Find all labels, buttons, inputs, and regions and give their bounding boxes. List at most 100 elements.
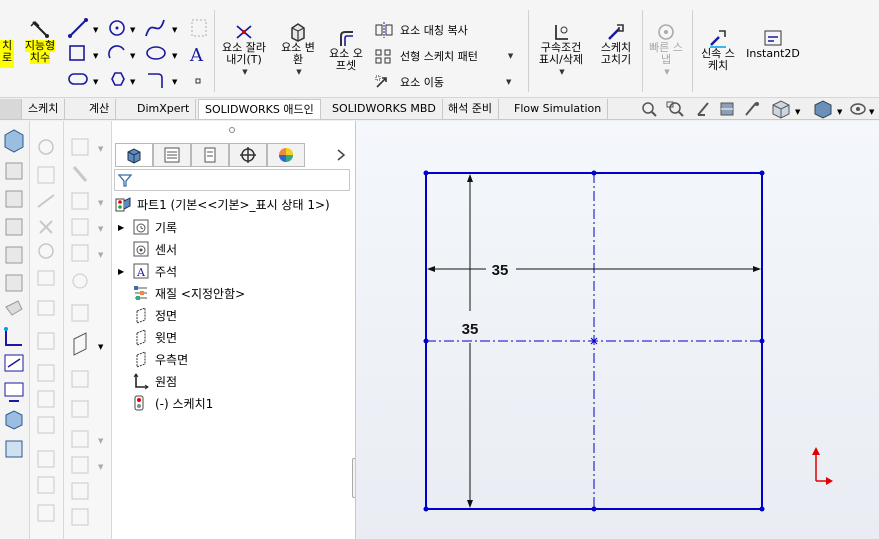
quick-snaps-button[interactable]: 빠른 스 냅 ▼ bbox=[644, 22, 688, 78]
disabled-tool-icon[interactable] bbox=[38, 243, 54, 259]
graphics-area[interactable]: 35 35 bbox=[355, 121, 879, 539]
feature-tree-filter[interactable] bbox=[114, 169, 350, 191]
tree-root-part[interactable]: 파트1 (기본<<기본>_표시 상태 1>) bbox=[114, 194, 330, 214]
tree-item-front-plane[interactable]: 정면 bbox=[132, 305, 177, 325]
spline-icon[interactable] bbox=[145, 19, 165, 37]
tab-evaluate[interactable]: 계산 bbox=[83, 99, 117, 119]
disabled-tool-icon[interactable] bbox=[72, 166, 88, 182]
trim-entities-button[interactable]: 요소 잘라 내기(T) ▼ bbox=[218, 22, 270, 78]
extrude-boss-icon[interactable] bbox=[4, 129, 24, 153]
grid-icon[interactable] bbox=[191, 19, 207, 37]
tree-item-origin[interactable]: 원점 bbox=[132, 371, 177, 391]
disabled-tool-icon[interactable] bbox=[37, 194, 55, 208]
disabled-tool-icon[interactable] bbox=[37, 476, 55, 494]
section-view-icon[interactable] bbox=[720, 102, 734, 116]
mirror-entities-button[interactable]: 요소 대칭 복사 bbox=[374, 22, 468, 38]
assembly-icon[interactable] bbox=[5, 440, 23, 458]
convert-entities-button[interactable]: 요소 변 환 ▼ bbox=[276, 22, 320, 78]
display-style-icon[interactable] bbox=[814, 100, 832, 119]
tree-item-top-plane[interactable]: 윗면 bbox=[132, 327, 177, 347]
previous-view-icon[interactable] bbox=[697, 102, 709, 116]
zoom-to-fit-icon[interactable] bbox=[642, 102, 657, 117]
display-style-dropdown-icon[interactable]: ▼ bbox=[837, 108, 843, 116]
arc-icon[interactable] bbox=[108, 45, 125, 59]
line-icon[interactable] bbox=[68, 18, 88, 38]
cut-icon[interactable] bbox=[5, 274, 23, 292]
tree-item-sketch1[interactable]: (-) 스케치1 bbox=[132, 393, 213, 413]
linear-pattern-button[interactable]: 선형 스케치 패턴 ▼ bbox=[374, 48, 513, 64]
disabled-tool-icon[interactable] bbox=[37, 166, 55, 184]
boundary-icon[interactable] bbox=[5, 246, 23, 264]
point-icon[interactable] bbox=[195, 78, 201, 84]
disabled-tool-icon[interactable] bbox=[37, 300, 55, 316]
hide-show-items-icon[interactable] bbox=[850, 103, 866, 115]
reference-plane-icon[interactable] bbox=[73, 332, 87, 356]
cut-off-button[interactable]: 치 로 bbox=[0, 40, 14, 68]
smart-dimension-button[interactable]: 지능형 치수 bbox=[18, 18, 62, 64]
smart-dim-small-icon[interactable] bbox=[4, 354, 24, 372]
tree-item-right-plane[interactable]: 우측면 bbox=[132, 349, 188, 369]
tab-dimxpert-manager[interactable] bbox=[229, 143, 267, 167]
tab-cutoff[interactable] bbox=[0, 99, 22, 119]
slot-icon[interactable] bbox=[68, 73, 88, 85]
disabled-tool-icon[interactable] bbox=[71, 138, 89, 156]
revolve-icon[interactable] bbox=[5, 162, 23, 180]
hide-show-dropdown-icon[interactable]: ▼ bbox=[869, 108, 875, 116]
repair-sketch-button[interactable]: 스케치 고치기 bbox=[594, 22, 638, 66]
disabled-tool-icon[interactable] bbox=[71, 508, 89, 526]
panel-grip-icon[interactable] bbox=[228, 126, 236, 134]
disabled-tool-icon[interactable] bbox=[71, 430, 89, 448]
text-icon[interactable]: A bbox=[189, 45, 204, 66]
dimension-horizontal-text[interactable]: 35 bbox=[492, 262, 509, 279]
disabled-tool-icon[interactable] bbox=[71, 370, 89, 388]
circle-icon[interactable] bbox=[109, 20, 125, 36]
tab-property-manager[interactable] bbox=[153, 143, 191, 167]
disabled-tool-icon[interactable] bbox=[37, 364, 55, 382]
sweep-icon[interactable] bbox=[5, 190, 23, 208]
tab-dimxpert[interactable]: DimXpert bbox=[131, 99, 197, 119]
disabled-tool-icon[interactable] bbox=[71, 482, 89, 500]
disabled-tool-icon[interactable] bbox=[71, 400, 89, 418]
rectangle-icon[interactable] bbox=[69, 45, 85, 61]
tab-configuration-manager[interactable] bbox=[191, 143, 229, 167]
fillet-icon[interactable] bbox=[148, 73, 163, 88]
disabled-tool-icon[interactable] bbox=[39, 220, 53, 234]
zoom-to-area-icon[interactable] bbox=[666, 101, 684, 117]
disabled-tool-icon[interactable] bbox=[71, 244, 89, 262]
disabled-tool-icon[interactable] bbox=[38, 139, 54, 155]
part-icon[interactable] bbox=[5, 410, 23, 430]
tree-item-annotations[interactable]: ▶ A 주석 bbox=[118, 261, 177, 281]
polygon-icon[interactable] bbox=[111, 72, 125, 86]
view-orientation-dropdown-icon[interactable]: ▼ bbox=[795, 108, 801, 116]
expand-arrow-icon[interactable]: ▶ bbox=[118, 267, 132, 276]
sketch-icon[interactable] bbox=[4, 327, 22, 346]
loft-icon[interactable] bbox=[5, 218, 23, 236]
dimension-vertical-text[interactable]: 35 bbox=[462, 321, 479, 338]
chevron-right-icon[interactable] bbox=[336, 148, 346, 162]
tree-item-history[interactable]: ▶ 기록 bbox=[118, 217, 177, 237]
disabled-tool-icon[interactable] bbox=[37, 270, 55, 286]
disabled-tool-icon[interactable] bbox=[71, 456, 89, 474]
tab-sketch[interactable]: 스케치 bbox=[22, 99, 66, 119]
disabled-tool-icon[interactable] bbox=[37, 332, 55, 350]
view-orientation-icon[interactable] bbox=[772, 100, 790, 119]
disabled-tool-icon[interactable] bbox=[71, 192, 89, 210]
fillet-feature-icon[interactable] bbox=[5, 300, 23, 316]
tab-feature-tree[interactable] bbox=[115, 143, 153, 167]
display-icon[interactable] bbox=[4, 382, 24, 402]
display-delete-relations-button[interactable]: 구속조건 표시/삭제 ▼ bbox=[532, 22, 590, 78]
tree-item-sensors[interactable]: 센서 bbox=[132, 239, 177, 259]
disabled-tool-icon[interactable] bbox=[72, 273, 88, 289]
disabled-tool-icon[interactable] bbox=[37, 416, 55, 434]
tab-display-manager[interactable] bbox=[267, 143, 305, 167]
tree-item-material[interactable]: 재질 <지정안함> bbox=[132, 283, 245, 303]
instant2d-button[interactable]: Instant2D bbox=[744, 28, 802, 60]
rapid-sketch-button[interactable]: 신속 스 케치 bbox=[696, 28, 740, 72]
move-entities-button[interactable]: 요소 이동 ▼ bbox=[374, 74, 511, 90]
disabled-tool-icon[interactable] bbox=[37, 504, 55, 522]
expand-arrow-icon[interactable]: ▶ bbox=[118, 223, 132, 232]
disabled-tool-icon[interactable] bbox=[71, 304, 89, 322]
tab-solidworks-addins[interactable]: SOLIDWORKS 애드인 bbox=[198, 99, 321, 119]
disabled-tool-icon[interactable] bbox=[37, 390, 55, 408]
offset-entities-button[interactable]: 요소 오 프셋 bbox=[326, 28, 366, 72]
